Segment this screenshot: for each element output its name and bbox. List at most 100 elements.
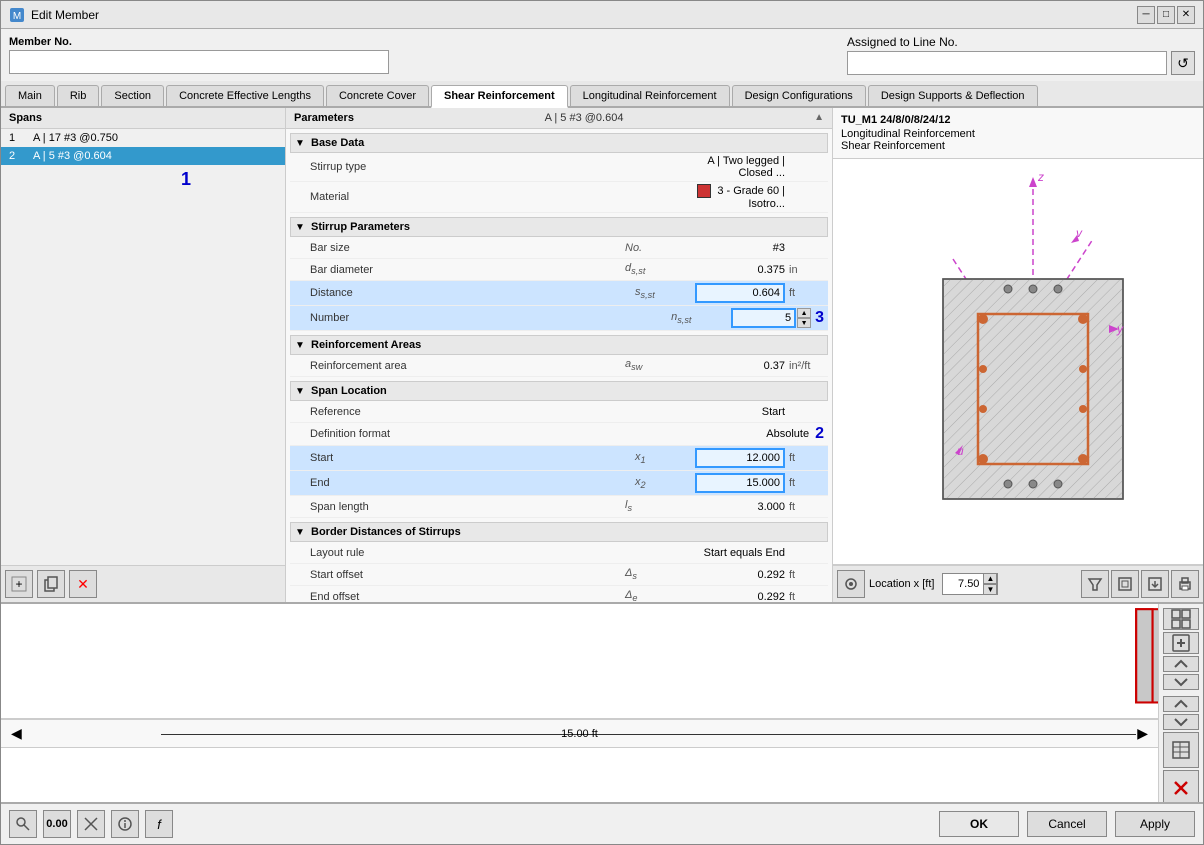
member-no-label: Member No. <box>9 36 389 48</box>
maximize-button[interactable]: □ <box>1157 6 1175 24</box>
minimize-button[interactable]: ─ <box>1137 6 1155 24</box>
beam-area: ◀ 15.00 ft ▶ <box>1 604 1158 802</box>
border-toggle: ▼ <box>295 527 307 538</box>
scroll-up-icon: ▲ <box>814 112 824 124</box>
params-info: A | 5 #3 @0.604 <box>545 112 624 124</box>
params-title: Parameters <box>294 112 354 124</box>
param-start: Start x1 ft <box>290 446 828 471</box>
window-title: Edit Member <box>31 8 1137 22</box>
location-down[interactable]: ▼ <box>983 584 997 595</box>
param-bar-size: Bar size No. #3 <box>290 237 828 259</box>
distance-input-box[interactable] <box>695 283 785 303</box>
member-no-input[interactable]: 9 <box>9 50 389 74</box>
cancel-button[interactable]: Cancel <box>1027 811 1107 837</box>
tab-long-reinf[interactable]: Longitudinal Reinforcement <box>570 85 730 106</box>
location-input[interactable]: ▲ ▼ <box>942 573 998 595</box>
start-input-box[interactable] <box>695 448 785 468</box>
bottom-down-button[interactable] <box>1163 674 1199 690</box>
material-color-box <box>697 184 711 198</box>
tab-rib[interactable]: Rib <box>57 85 100 106</box>
copy-span-button[interactable] <box>37 570 65 598</box>
filter-button[interactable] <box>1081 570 1109 598</box>
add-span-button[interactable]: + <box>5 570 33 598</box>
border-distances-header[interactable]: ▼ Border Distances of Stirrups <box>290 522 828 542</box>
span-row-1[interactable]: 1 A | 17 #3 @0.750 <box>1 129 285 147</box>
span-num-2: 2 <box>9 150 33 162</box>
delete-span-button[interactable]: ✕ <box>69 570 97 598</box>
param-end-offset: End offset Δe 0.292 ft <box>290 586 828 602</box>
print-button[interactable] <box>1171 570 1199 598</box>
info-button[interactable] <box>111 810 139 838</box>
view-settings-button[interactable] <box>837 570 865 598</box>
param-start-offset: Start offset Δs 0.292 ft <box>290 564 828 586</box>
end-input[interactable] <box>695 473 785 493</box>
bottom-up2-button[interactable] <box>1163 696 1199 712</box>
location-up[interactable]: ▲ <box>983 573 997 584</box>
axes-button[interactable] <box>77 810 105 838</box>
member-header: Member No. 9 Assigned to Line No. 22 ↺ <box>1 29 1203 81</box>
function-button[interactable]: f <box>145 810 173 838</box>
refresh-button[interactable]: ↺ <box>1171 51 1195 75</box>
param-distance: Distance ss,st ft <box>290 281 828 306</box>
span-location-title: Span Location <box>311 385 387 397</box>
right-panel: TU_M1 24/8/0/8/24/12 Longitudinal Reinfo… <box>833 108 1203 602</box>
left-toolbar: + ✕ <box>1 565 285 602</box>
reinf-areas-title: Reinforcement Areas <box>311 339 421 351</box>
tab-design-support[interactable]: Design Supports & Deflection <box>868 85 1038 106</box>
base-data-header[interactable]: ▼ Base Data <box>290 133 828 153</box>
assigned-input[interactable]: 22 <box>847 51 1167 75</box>
tab-concrete-cover[interactable]: Concrete Cover <box>326 85 429 106</box>
bottom-up-button[interactable] <box>1163 656 1199 672</box>
bottom-grid-button[interactable] <box>1163 608 1199 630</box>
stirrup-params-header[interactable]: ▼ Stirrup Parameters <box>290 217 828 237</box>
bottom-down2-button[interactable] <box>1163 714 1199 730</box>
svg-text:+: + <box>15 577 22 591</box>
tab-shear[interactable]: Shear Reinforcement <box>431 85 568 108</box>
annotation-3: 3 <box>815 309 824 327</box>
close-button[interactable]: ✕ <box>1177 6 1195 24</box>
bottom-add-button[interactable] <box>1163 632 1199 654</box>
assigned-row: 22 ↺ <box>847 51 1195 75</box>
dim-text: 15.00 ft <box>561 728 598 740</box>
tab-section[interactable]: Section <box>101 85 164 106</box>
border-distances-section: ▼ Border Distances of Stirrups Layout ru… <box>290 522 828 602</box>
base-data-title: Base Data <box>311 137 364 149</box>
parameters-panel: Parameters A | 5 #3 @0.604 ▲ ▼ Base Data… <box>286 108 833 602</box>
search-button[interactable] <box>9 810 37 838</box>
apply-button[interactable]: Apply <box>1115 811 1195 837</box>
number-spin-up[interactable]: ▲ <box>797 308 811 318</box>
assigned-label: Assigned to Line No. <box>847 35 958 49</box>
right-toolbar: Location x [ft] ▲ ▼ <box>833 565 1203 602</box>
tab-concrete-eff[interactable]: Concrete Effective Lengths <box>166 85 324 106</box>
distance-input[interactable] <box>695 283 785 303</box>
border-title: Border Distances of Stirrups <box>311 526 461 538</box>
bottom-table-button[interactable] <box>1163 732 1199 768</box>
beam-legend-area <box>1 747 1158 802</box>
footer-icons: 0.00 f <box>9 810 173 838</box>
spans-header: Spans <box>1 108 285 129</box>
number-spin-down[interactable]: ▼ <box>797 318 811 328</box>
dimension-bar: ◀ 15.00 ft ▶ <box>1 719 1158 747</box>
stirrup-params-section: ▼ Stirrup Parameters Bar size No. #3 Bar… <box>290 217 828 331</box>
zero-button[interactable]: 0.00 <box>43 810 71 838</box>
ok-button[interactable]: OK <box>939 811 1019 837</box>
tab-design-config[interactable]: Design Configurations <box>732 85 866 106</box>
footer-toolbar: 0.00 f OK Cancel Apply <box>1 802 1203 844</box>
bottom-extra-icons <box>1163 732 1199 802</box>
end-input-box[interactable] <box>695 473 785 493</box>
window-controls: ─ □ ✕ <box>1137 6 1195 24</box>
expand-view-button[interactable] <box>1111 570 1139 598</box>
span-location-header[interactable]: ▼ Span Location <box>290 381 828 401</box>
tab-main[interactable]: Main <box>5 85 55 106</box>
main-content: Spans 1 A | 17 #3 @0.750 2 A | 5 #3 @0.6… <box>1 108 1203 602</box>
params-body: ▼ Base Data Stirrup type A | Two legged … <box>286 129 832 602</box>
span-row-2[interactable]: 2 A | 5 #3 @0.604 <box>1 147 285 165</box>
export-button[interactable] <box>1141 570 1169 598</box>
number-input[interactable] <box>731 308 796 328</box>
start-input[interactable] <box>695 448 785 468</box>
bottom-cancel-button[interactable] <box>1163 770 1199 802</box>
reinf-areas-header[interactable]: ▼ Reinforcement Areas <box>290 335 828 355</box>
dim-left-arrow: ◀ <box>11 725 22 742</box>
location-value-input[interactable] <box>943 576 983 592</box>
base-data-toggle: ▼ <box>295 138 307 149</box>
